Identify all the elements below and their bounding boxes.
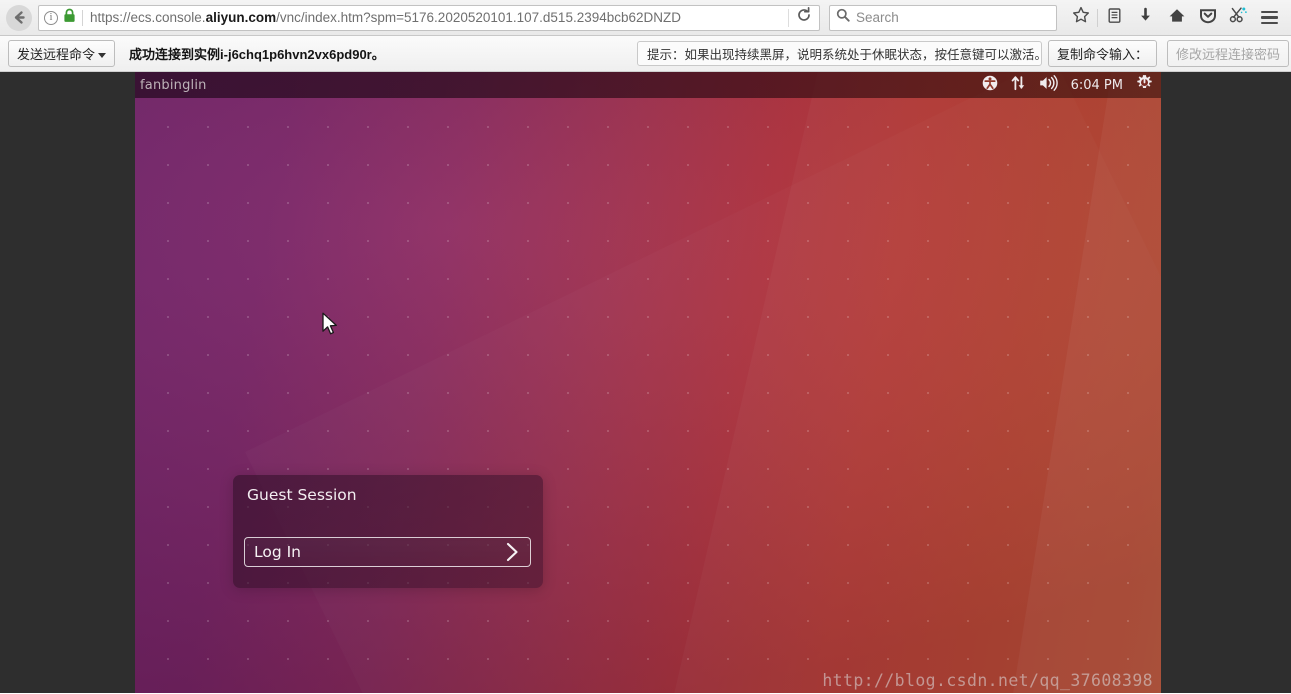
browser-toolbar-icons [1065,4,1285,32]
volume-indicator[interactable] [1039,74,1058,96]
download-arrow-icon [1137,7,1154,29]
library-icon [1106,7,1123,29]
search-input[interactable]: Search [856,10,899,25]
mouse-arrow-cursor [321,312,339,338]
log-in-label: Log In [254,543,302,561]
clip-scissors-icon [1229,6,1248,29]
vnc-control-toolbar: 发送远程命令 成功连接到实例i-j6chq1p6hvn2vx6pd90r。 提示… [0,36,1291,72]
green-padlock-icon[interactable] [63,8,76,28]
hint-text: 提示：如果出现持续黑屏，说明系统处于休眠状态，按任意键可以激活。 [647,48,1048,62]
hamburger-menu-button[interactable] [1254,4,1285,32]
change-remote-password-label: 修改远程连接密码 [1167,40,1290,67]
site-identity-box[interactable]: i [39,8,82,28]
network-icon [1011,75,1026,96]
reload-button[interactable] [788,7,819,28]
pocket-button[interactable] [1192,4,1223,32]
session-menu-indicator[interactable] [1136,74,1153,96]
wallpaper-dot-grid [135,94,1161,693]
watermark-text: http://blog.csdn.net/qq_37608398 [822,671,1153,690]
hint-banner: 提示：如果出现持续黑屏，说明系统处于休眠状态，按任意键可以激活。 [637,41,1047,66]
bookmark-star-icon [1072,6,1090,29]
panel-indicator-area: 6:04 PM [982,74,1153,96]
url-bar[interactable]: i https://ecs.console.aliyun.com/vnc/ind… [38,4,820,31]
url-host: aliyun.com [205,10,277,25]
bookmark-star-button[interactable] [1065,4,1096,32]
greeter-title: Guest Session [247,486,357,504]
search-icon [836,8,850,27]
log-in-button[interactable]: Log In [244,537,531,567]
vnc-remote-desktop-canvas[interactable]: fanbinglin 6:04 PM Guest Session Log In … [135,72,1161,693]
chevron-right-icon [504,541,521,563]
reload-icon [796,7,812,28]
panel-clock[interactable]: 6:04 PM [1071,78,1123,93]
unity-top-panel: fanbinglin 6:04 PM [135,72,1161,98]
url-text[interactable]: https://ecs.console.aliyun.com/vnc/index… [90,10,788,25]
accessibility-indicator[interactable] [982,75,998,96]
copy-command-input-label: 复制命令输入： [1048,40,1158,67]
change-remote-password-button[interactable]: 修改远程连接密码 [1167,40,1290,67]
arrow-left-icon [11,9,28,26]
chevron-down-icon [98,53,107,59]
url-suffix: /vnc/index.htm?spm=5176.2020520101.107.d… [276,10,682,25]
url-prefix: https://ecs.console. [90,10,206,25]
copy-command-input-button[interactable]: 复制命令输入： [1048,40,1158,67]
hamburger-menu-icon [1261,8,1278,27]
connection-status-text: 成功连接到实例i-j6chq1p6hvn2vx6pd90r。 [129,47,385,62]
panel-hostname-label: fanbinglin [140,77,207,93]
login-greeter-panel: Guest Session Log In [233,475,543,588]
network-indicator[interactable] [1011,75,1026,96]
url-divider [82,9,83,26]
session-gear-icon [1136,74,1153,96]
library-button[interactable] [1099,4,1130,32]
info-circle-icon[interactable]: i [44,10,58,25]
home-button[interactable] [1161,4,1192,32]
back-button[interactable] [6,4,32,31]
browser-toolbar: i https://ecs.console.aliyun.com/vnc/ind… [0,0,1291,36]
home-icon [1168,7,1186,29]
accessibility-icon [982,75,998,96]
send-remote-command-label: 发送远程命令 [17,47,96,62]
downloads-button[interactable] [1130,4,1161,32]
page-background: fanbinglin 6:04 PM Guest Session Log In … [0,72,1291,693]
toolbar-divider [1097,8,1098,27]
pocket-icon [1199,7,1217,29]
send-remote-command-button[interactable]: 发送远程命令 [8,40,116,67]
clip-button[interactable] [1223,4,1254,32]
volume-icon [1039,74,1058,96]
search-bar[interactable]: Search [829,4,1057,31]
